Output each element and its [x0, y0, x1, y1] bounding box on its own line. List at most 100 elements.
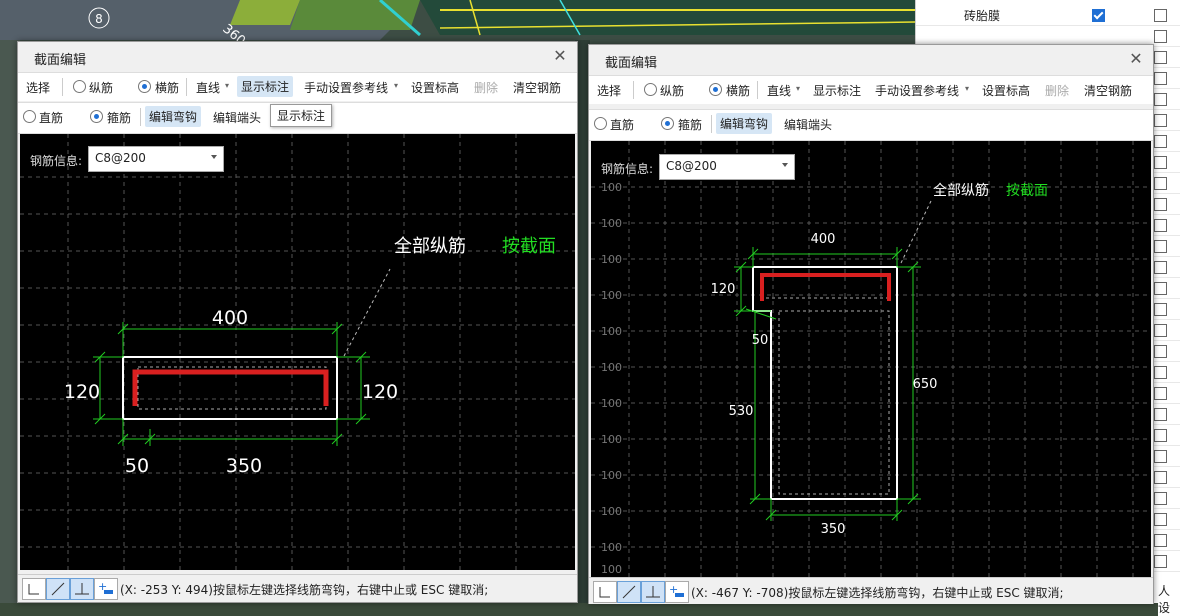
edit-hook-button[interactable]: 编辑弯钩 [716, 113, 773, 134]
checkbox[interactable] [1154, 555, 1167, 568]
edit-hook-button[interactable]: 编辑弯钩 [145, 106, 202, 127]
toolbar-separator [711, 115, 712, 133]
ortho-icon[interactable] [593, 581, 617, 603]
close-icon[interactable]: ✕ [1127, 50, 1145, 68]
checkbox[interactable] [1154, 93, 1167, 106]
show-annotation-button[interactable]: 显示标注 [813, 82, 861, 99]
straight-radio[interactable] [594, 117, 607, 130]
add-point-icon[interactable]: + [665, 581, 689, 603]
checkbox[interactable] [1154, 177, 1167, 190]
longitudinal-label[interactable]: 纵筋 [89, 79, 113, 96]
straight-label[interactable]: 直筋 [610, 116, 634, 133]
checkbox[interactable] [1154, 408, 1167, 421]
checkbox[interactable] [1154, 429, 1167, 442]
checkbox[interactable] [1154, 387, 1167, 400]
checkbox[interactable] [1154, 513, 1167, 526]
select-button[interactable]: 选择 [26, 79, 50, 96]
checkbox[interactable] [1154, 72, 1167, 85]
show-annotation-button[interactable]: 显示标注 [237, 76, 294, 97]
dim-top: 400 [212, 307, 248, 329]
longitudinal-label[interactable]: 纵筋 [660, 82, 684, 99]
stirrup-label[interactable]: 箍筋 [107, 109, 131, 126]
checkbox[interactable] [1154, 450, 1167, 463]
checkbox[interactable] [1154, 30, 1167, 43]
checkbox[interactable] [1154, 261, 1167, 274]
perpendicular-icon[interactable] [641, 581, 665, 603]
property-row[interactable]: 砖胎膜 [916, 4, 1180, 26]
drawing-canvas[interactable]: 400 120 120 50 350 全部纵筋 按截面 钢筋信息: C8@200 [20, 134, 575, 570]
transverse-label[interactable]: 横筋 [726, 82, 750, 99]
transverse-radio[interactable] [709, 83, 722, 96]
dim-bottom: 350 [226, 455, 262, 477]
delete-button[interactable]: 删除 [474, 79, 498, 96]
add-point-icon[interactable]: + [94, 578, 118, 600]
dialog-titlebar[interactable]: 截面编辑 ✕ [589, 45, 1153, 75]
line-dropdown[interactable]: 直线 [196, 79, 220, 96]
checkbox[interactable] [1154, 492, 1167, 505]
stirrup-label[interactable]: 箍筋 [678, 116, 702, 133]
checkbox[interactable] [1154, 471, 1167, 484]
checkbox[interactable] [1154, 366, 1167, 379]
line-icon[interactable] [46, 578, 70, 600]
checkbox[interactable] [1154, 51, 1167, 64]
grid-label: 100 [601, 469, 622, 482]
checkbox[interactable] [1154, 345, 1167, 358]
status-message: (X: -253 Y: 494)按鼠标左键选择线筋弯钩，右键中止或 ESC 键取… [120, 583, 489, 597]
longitudinal-radio[interactable] [73, 80, 86, 93]
transverse-radio[interactable] [138, 80, 151, 93]
longitudinal-radio[interactable] [644, 83, 657, 96]
set-elevation-button[interactable]: 设置标高 [982, 82, 1030, 99]
status-bar: + (X: -253 Y: 494)按鼠标左键选择线筋弯钩，右键中止或 ESC … [18, 574, 577, 601]
toolbar-separator [633, 81, 634, 99]
dim-left-mid: 50 [752, 333, 769, 348]
section-edit-dialog-left: 截面编辑 ✕ 选择 纵筋 横筋 直线 ▾ 显示标注 手动设置参考线 ▾ 设置标高… [17, 41, 578, 603]
grid-label: 100 [601, 289, 622, 302]
manual-ref-dropdown[interactable]: 手动设置参考线 [304, 79, 388, 96]
checkbox[interactable] [1154, 198, 1167, 211]
checkbox[interactable] [1154, 534, 1167, 547]
close-icon[interactable]: ✕ [551, 47, 569, 65]
checkbox[interactable] [1154, 219, 1167, 232]
checkbox[interactable] [1154, 135, 1167, 148]
checkbox[interactable] [1154, 156, 1167, 169]
edit-end-button[interactable]: 编辑端头 [213, 109, 261, 126]
stirrup-radio[interactable] [90, 110, 103, 123]
drawing-canvas[interactable]: 100 100 100 100 100 100 100 100 100 100 … [591, 141, 1151, 577]
checkbox[interactable] [1154, 240, 1167, 253]
straight-label[interactable]: 直筋 [39, 109, 63, 126]
select-button[interactable]: 选择 [597, 82, 621, 99]
clear-rebar-button[interactable]: 清空钢筋 [1084, 82, 1132, 99]
dim-left-bottom: 530 [729, 404, 754, 419]
dim-bottom: 350 [821, 522, 846, 537]
checkbox[interactable] [1154, 303, 1167, 316]
toolbar-separator [757, 81, 758, 99]
checkbox[interactable] [1154, 114, 1167, 127]
line-dropdown[interactable]: 直线 [767, 82, 791, 99]
rebar-info-select[interactable]: C8@200 [88, 146, 224, 172]
perpendicular-icon[interactable] [70, 578, 94, 600]
set-elevation-button[interactable]: 设置标高 [411, 79, 459, 96]
section-edit-dialog-right: 截面编辑 ✕ 选择 纵筋 横筋 直线 ▾ 显示标注 手动设置参考线 ▾ 设置标高… [588, 44, 1154, 604]
checkbox-checked[interactable] [1092, 9, 1105, 22]
ortho-icon[interactable] [22, 578, 46, 600]
straight-radio[interactable] [23, 110, 36, 123]
transverse-label[interactable]: 横筋 [155, 79, 179, 96]
edit-end-button[interactable]: 编辑端头 [784, 116, 832, 133]
rebar-info-select[interactable]: C8@200 [659, 154, 795, 180]
delete-button[interactable]: 删除 [1045, 82, 1069, 99]
grid-label: 100 [601, 253, 622, 266]
rebar-info-value: C8@200 [95, 151, 146, 165]
line-icon[interactable] [617, 581, 641, 603]
toolbar-separator [140, 108, 141, 126]
chevron-down-icon [782, 163, 788, 167]
checkbox[interactable] [1154, 282, 1167, 295]
dim-right: 650 [913, 377, 938, 392]
grid-label: 100 [601, 541, 622, 554]
manual-ref-dropdown[interactable]: 手动设置参考线 [875, 82, 959, 99]
stirrup-radio[interactable] [661, 117, 674, 130]
dim-bottom-left: 50 [125, 455, 149, 477]
checkbox[interactable] [1154, 9, 1167, 22]
dialog-titlebar[interactable]: 截面编辑 ✕ [18, 42, 577, 72]
clear-rebar-button[interactable]: 清空钢筋 [513, 79, 561, 96]
checkbox[interactable] [1154, 324, 1167, 337]
